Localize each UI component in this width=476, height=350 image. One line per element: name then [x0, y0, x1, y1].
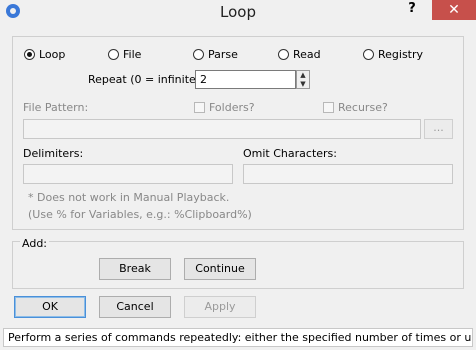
file-pattern-field[interactable] [23, 119, 421, 139]
spin-up-icon[interactable]: ▲ [297, 71, 309, 79]
delimiters-input[interactable] [24, 165, 232, 183]
repeat-input[interactable] [196, 71, 295, 88]
radio-circle [193, 48, 204, 60]
delimiters-field[interactable] [23, 164, 233, 184]
spin-down-icon[interactable]: ▼ [297, 80, 309, 88]
radio-label: Registry [378, 47, 424, 61]
recurse-label: Recurse? [338, 101, 388, 114]
radio-circle [278, 48, 289, 60]
omit-characters-input[interactable] [244, 165, 452, 183]
radio-label: Read [293, 47, 321, 61]
radio-circle [108, 48, 119, 60]
help-button[interactable]: ? [405, 1, 419, 17]
radio-loop[interactable]: Loop [24, 46, 65, 62]
radio-label: File [123, 47, 142, 61]
omit-characters-field[interactable] [243, 164, 453, 184]
manual-playback-note: * Does not work in Manual Playback. [28, 191, 230, 204]
omit-characters-label: Omit Characters: [243, 147, 337, 160]
radio-label: Loop [39, 47, 66, 61]
radio-file[interactable]: File [108, 46, 141, 62]
folders-label: Folders? [209, 101, 255, 114]
recurse-checkbox[interactable] [323, 102, 334, 113]
apply-button[interactable]: Apply [184, 296, 256, 318]
break-button[interactable]: Break [99, 258, 171, 280]
repeat-label: Repeat (0 = infinite): [88, 73, 204, 86]
title-bar: Loop ? ✕ [0, 0, 476, 24]
radio-parse[interactable]: Parse [193, 46, 238, 62]
variables-note: (Use % for Variables, e.g.: %Clipboard%) [28, 208, 252, 221]
delimiters-label: Delimiters: [23, 147, 84, 160]
radio-circle [24, 48, 35, 60]
radio-circle [363, 48, 374, 60]
continue-button[interactable]: Continue [184, 258, 256, 280]
radio-label: Parse [208, 47, 238, 61]
add-label: Add: [20, 237, 50, 250]
folders-checkbox[interactable] [194, 102, 205, 113]
file-pattern-input[interactable] [24, 120, 420, 138]
status-bar: Perform a series of commands repeatedly:… [3, 328, 473, 347]
repeat-field[interactable] [195, 70, 296, 89]
loop-dialog: Loop ? ✕ Loop File Parse Read Registry R… [0, 0, 476, 350]
radio-registry[interactable]: Registry [363, 46, 423, 62]
ok-button[interactable]: OK [14, 296, 86, 318]
browse-button[interactable]: ... [424, 119, 453, 139]
file-pattern-label: File Pattern: [23, 101, 89, 114]
repeat-spinner[interactable]: ▲ ▼ [296, 70, 310, 89]
radio-read[interactable]: Read [278, 46, 321, 62]
close-button[interactable]: ✕ [432, 0, 476, 20]
cancel-button[interactable]: Cancel [99, 296, 171, 318]
